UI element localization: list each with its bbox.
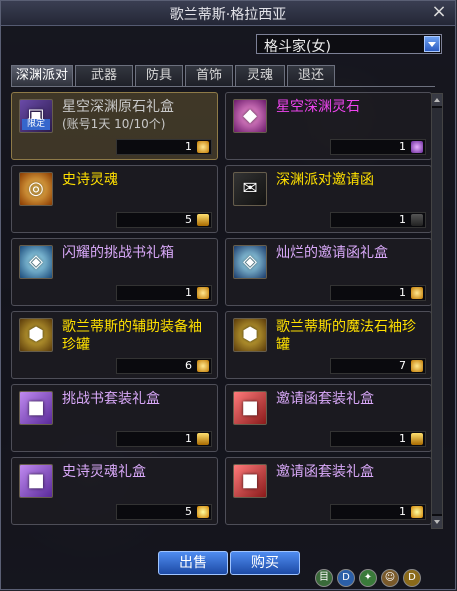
price-bar: 5 [116,212,212,228]
item-card[interactable]: ■ 史诗灵魂礼盒 5 [11,457,218,525]
item-card[interactable]: ■ 邀请函套装礼盒 1 [225,457,432,525]
price-bar: 6 [116,358,212,374]
d-icon-2[interactable]: D [403,569,421,587]
item-price: 1 [399,432,406,445]
buy-button[interactable]: 购买 [230,551,300,575]
character-select[interactable]: 格斗家(女) [256,34,442,55]
item-name: 闪耀的挑战书礼箱 [62,245,174,261]
item-card[interactable]: ■ 邀请函套装礼盒 1 [225,384,432,452]
chevron-down-icon[interactable] [424,36,440,52]
spirit-stone-icon: ◆ [233,99,267,133]
tab-accessory[interactable]: 首饰 [185,65,233,86]
face-icon[interactable]: ☺ [381,569,399,587]
d-icon[interactable]: D [337,569,355,587]
tab-armor[interactable]: 防具 [135,65,183,86]
coin-icon [197,360,209,372]
gift-box-icon: ▣ 限定 [19,99,53,133]
item-price: 5 [185,505,192,518]
item-card[interactable]: ■ 挑战书套装礼盒 1 [11,384,218,452]
scroll-down-icon[interactable] [432,516,442,528]
item-card[interactable]: ◆ 星空深渊灵石 1 [225,92,432,160]
item-name: 史诗灵魂礼盒 [62,464,146,480]
sell-button[interactable]: 出售 [158,551,228,575]
price-bar: 1 [116,139,212,155]
menu-icon[interactable]: 目 [315,569,333,587]
item-price: 1 [399,213,406,226]
item-card[interactable]: ◈ 闪耀的挑战书礼箱 1 [11,238,218,306]
item-name: 星空深渊灵石 [276,99,360,115]
shop-window: 歌兰蒂斯·格拉西亚 × 格斗家(女) 深渊派对 武器 防具 首饰 灵魂 退还 ▣… [0,0,456,590]
item-card[interactable]: ◈ 灿烂的邀请函礼盒 1 [225,238,432,306]
item-price: 7 [399,359,406,372]
item-price: 6 [185,359,192,372]
item-name: 邀请函套装礼盒 [276,391,374,407]
item-price: 1 [399,140,406,153]
clover-icon[interactable]: ✦ [359,569,377,587]
price-bar: 1 [116,285,212,301]
item-card[interactable]: ✉ 深渊派对邀请函 1 [225,165,432,233]
coin-icon [411,287,423,299]
item-price: 1 [185,432,192,445]
gold-box-icon [197,214,209,226]
item-name: 歌兰蒂斯的魔法石袖珍罐 [276,319,416,353]
item-card[interactable]: ⬢ 歌兰蒂斯的辅助装备袖珍罐 6 [11,311,218,379]
coin-icon [197,287,209,299]
character-select-value: 格斗家(女) [264,39,331,55]
item-card[interactable]: ▣ 限定 星空深渊原石礼盒 (账号1天 10/10个) 1 [11,92,218,160]
tab-soul[interactable]: 灵魂 [235,65,285,86]
pocket-jar-icon: ⬢ [19,318,53,352]
item-price: 1 [399,286,406,299]
window-title: 歌兰蒂斯·格拉西亚 [169,7,287,23]
price-bar: 1 [116,431,212,447]
star-icon [411,506,423,518]
scroll-thumb[interactable] [432,108,442,514]
invitation-icon [411,214,423,226]
item-name: 邀请函套装礼盒 [276,464,374,480]
epic-soul-icon: ◎ [19,172,53,206]
gold-box-icon [197,433,209,445]
coin-icon [411,360,423,372]
item-price: 1 [185,140,192,153]
star-icon [197,506,209,518]
purple-gift-box-icon: ■ [19,391,53,425]
item-price: 1 [399,505,406,518]
scrollbar[interactable] [431,93,443,529]
price-bar: 1 [330,212,426,228]
item-price: 5 [185,213,192,226]
item-card[interactable]: ⬢ 歌兰蒂斯的魔法石袖珍罐 7 [225,311,432,379]
price-bar: 1 [330,139,426,155]
gold-box-icon [411,433,423,445]
item-name: 深渊派对邀请函 [276,172,374,188]
item-name: 歌兰蒂斯的辅助装备袖珍罐 [62,319,202,353]
tab-refund[interactable]: 退还 [287,65,335,86]
tab-weapon[interactable]: 武器 [75,65,133,86]
purple-gift-box-icon: ■ [19,464,53,498]
invitation-letter-icon: ✉ [233,172,267,206]
tab-abyss-party[interactable]: 深渊派对 [11,65,73,87]
red-gift-box-icon: ■ [233,464,267,498]
limited-tag: 限定 [22,119,50,130]
tab-divider [11,86,435,87]
price-bar: 7 [330,358,426,374]
item-subtitle: (账号1天 10/10个) [62,117,166,131]
red-gift-box-icon: ■ [233,391,267,425]
item-card[interactable]: ◎ 史诗灵魂 5 [11,165,218,233]
price-bar: 1 [330,504,426,520]
brilliant-chest-icon: ◈ [233,245,267,279]
item-price: 1 [185,286,192,299]
price-bar: 1 [330,431,426,447]
price-bar: 1 [330,285,426,301]
item-name: 星空深渊原石礼盒 [62,99,174,115]
scroll-up-icon[interactable] [432,94,442,106]
item-name: 灿烂的邀请函礼盒 [276,245,388,261]
title-bar[interactable]: 歌兰蒂斯·格拉西亚 × [1,1,455,26]
purple-stone-icon [411,141,423,153]
shining-chest-icon: ◈ [19,245,53,279]
price-bar: 5 [116,504,212,520]
close-icon[interactable]: × [429,2,449,22]
item-name: 史诗灵魂 [62,172,118,188]
pocket-jar-icon: ⬢ [233,318,267,352]
item-name: 挑战书套装礼盒 [62,391,160,407]
coin-icon [197,141,209,153]
